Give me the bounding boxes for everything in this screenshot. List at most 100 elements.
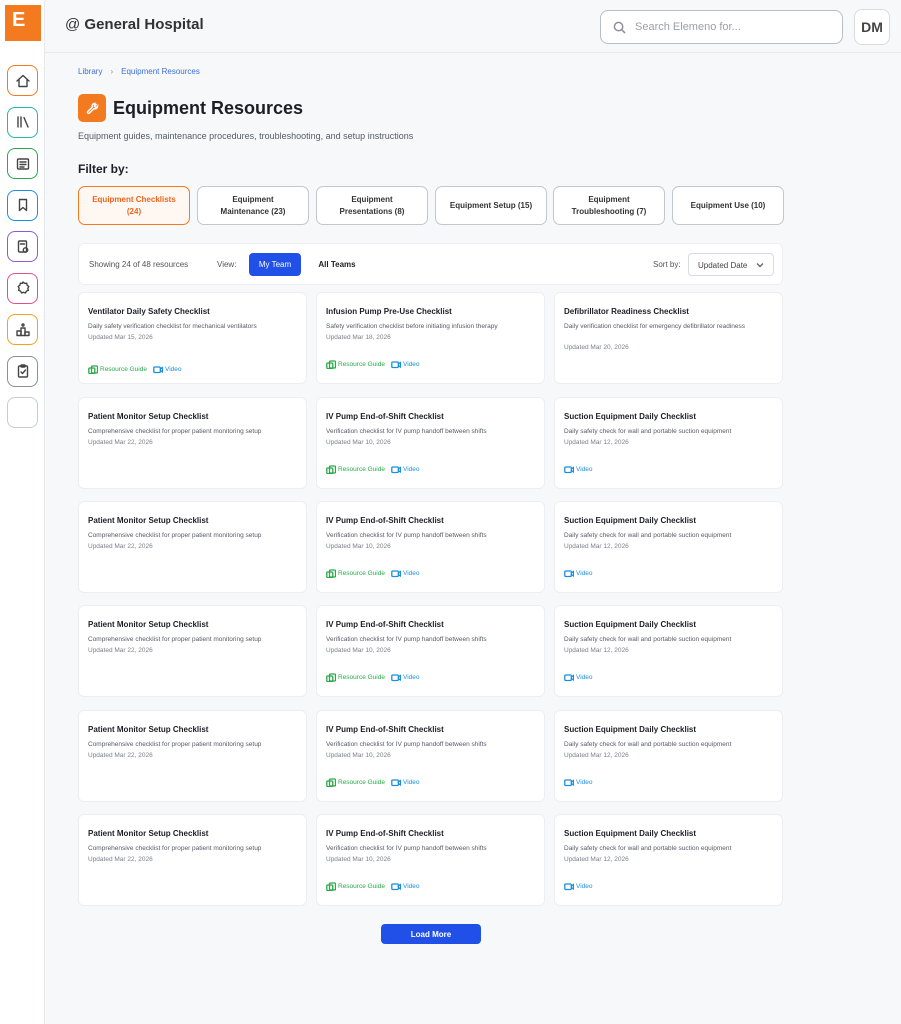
sidebar-nav-blank[interactable] [7, 397, 38, 428]
copy-icon [326, 673, 336, 682]
resource-card-title[interactable]: Patient Monitor Setup Checklist [88, 725, 208, 734]
resource-card-date: Updated Mar 12, 2026 [564, 439, 629, 446]
video-label: Video [402, 466, 420, 473]
resource-card[interactable]: IV Pump End-of-Shift Checklist Verificati… [316, 501, 545, 593]
resource-card[interactable]: Patient Monitor Setup Checklist Comprehen… [78, 710, 307, 802]
video-link[interactable]: Video [391, 465, 420, 474]
filter-chip[interactable]: Equipment Use (10) [672, 186, 784, 225]
filter-chip-line: Equipment Checklists [92, 195, 176, 205]
resource-card[interactable]: IV Pump End-of-Shift Checklist Verificati… [316, 397, 545, 489]
resource-card-date: Updated Mar 18, 2026 [326, 334, 391, 341]
sidebar-nav-news[interactable] [7, 148, 38, 179]
resource-card-links: Resource Guide Video [326, 673, 420, 682]
resource-card-links: Resource Guide Video [326, 882, 420, 891]
resource-card-title[interactable]: IV Pump End-of-Shift Checklist [326, 725, 444, 734]
sidebar-nav-leaderboard[interactable] [7, 314, 38, 345]
sidebar-nav-blank[interactable] [7, 438, 38, 470]
video-link[interactable]: Video [391, 882, 420, 891]
resource-card-title[interactable]: Patient Monitor Setup Checklist [88, 829, 208, 838]
resource-card-date: Updated Mar 10, 2026 [326, 439, 391, 446]
resource-card[interactable]: Suction Equipment Daily Checklist Daily s… [554, 605, 783, 697]
resource-card-date: Updated Mar 12, 2026 [564, 752, 629, 759]
resource-card-description: Verification checklist for IV pump hando… [326, 741, 487, 748]
resource-card-title[interactable]: Suction Equipment Daily Checklist [564, 516, 696, 525]
resource-card[interactable]: Infusion Pump Pre-Use Checklist Safety ve… [316, 292, 545, 384]
sidebar-nav-home[interactable] [7, 65, 38, 96]
resource-guide-link[interactable]: Resource Guide [326, 465, 385, 474]
filter-chip-label: Equipment Use (10) [691, 200, 766, 211]
resource-card-title[interactable]: Patient Monitor Setup Checklist [88, 620, 208, 629]
resource-guide-link[interactable]: Resource Guide [326, 882, 385, 891]
user-avatar[interactable]: DM [854, 9, 890, 45]
resource-card-title[interactable]: IV Pump End-of-Shift Checklist [326, 829, 444, 838]
video-link[interactable]: Video [153, 365, 182, 374]
resource-card-links: Resource Guide Video [88, 365, 182, 374]
resource-guide-label: Resource Guide [338, 361, 385, 368]
resource-card-title[interactable]: Patient Monitor Setup Checklist [88, 412, 208, 421]
resource-card[interactable]: IV Pump End-of-Shift Checklist Verificati… [316, 605, 545, 697]
resource-card[interactable]: Suction Equipment Daily Checklist Daily s… [554, 814, 783, 906]
search-input[interactable]: Search Elemeno for... [635, 21, 741, 33]
resource-card-title[interactable]: Defibrillator Readiness Checklist [564, 307, 689, 316]
resource-card-title[interactable]: Ventilator Daily Safety Checklist [88, 307, 210, 316]
video-link[interactable]: Video [564, 778, 593, 787]
resource-card[interactable]: Suction Equipment Daily Checklist Daily s… [554, 397, 783, 489]
resource-card[interactable]: IV Pump End-of-Shift Checklist Verificati… [316, 814, 545, 906]
resource-card[interactable]: Ventilator Daily Safety Checklist Daily s… [78, 292, 307, 384]
video-link[interactable]: Video [391, 778, 420, 787]
sort-select[interactable]: Updated Date [688, 253, 774, 276]
video-link[interactable]: Video [564, 882, 593, 891]
resource-card-links: Resource Guide Video [326, 569, 420, 578]
resource-card[interactable]: Patient Monitor Setup Checklist Comprehen… [78, 814, 307, 906]
video-label: Video [402, 674, 420, 681]
video-link[interactable]: Video [391, 360, 420, 369]
video-link[interactable]: Video [564, 569, 593, 578]
resource-card-title[interactable]: IV Pump End-of-Shift Checklist [326, 620, 444, 629]
resource-card[interactable]: Patient Monitor Setup Checklist Comprehen… [78, 397, 307, 489]
sidebar-nav-badge[interactable] [7, 272, 38, 304]
filter-chip[interactable]: Equipment Presentations (8) [316, 186, 428, 225]
resource-card-date: Updated Mar 20, 2026 [564, 344, 629, 351]
resource-guide-link[interactable]: Resource Guide [88, 365, 147, 374]
filter-chip[interactable]: Equipment Setup (15) [435, 186, 547, 225]
resource-card[interactable]: Patient Monitor Setup Checklist Comprehen… [78, 605, 307, 697]
search-box[interactable]: Search Elemeno for... [600, 10, 843, 44]
sidebar-nav-clipboard-check[interactable] [7, 355, 38, 387]
sidebar-nav-bookmark[interactable] [7, 189, 38, 221]
resource-card-title[interactable]: Suction Equipment Daily Checklist [564, 829, 696, 838]
video-link[interactable]: Video [391, 673, 420, 682]
resource-guide-link[interactable]: Resource Guide [326, 673, 385, 682]
video-link[interactable]: Video [564, 673, 593, 682]
resource-card[interactable]: Suction Equipment Daily Checklist Daily s… [554, 710, 783, 802]
resource-card-title[interactable]: Suction Equipment Daily Checklist [564, 620, 696, 629]
filter-chip-line: Equipment Setup (15) [449, 200, 533, 210]
video-link[interactable]: Video [391, 569, 420, 578]
load-more-button[interactable]: Load More [381, 924, 481, 944]
resource-card[interactable]: Suction Equipment Daily Checklist Daily s… [554, 501, 783, 593]
resource-guide-link[interactable]: Resource Guide [326, 778, 385, 787]
video-link[interactable]: Video [564, 465, 593, 474]
resource-guide-link[interactable]: Resource Guide [326, 360, 385, 369]
resource-card[interactable]: Defibrillator Readiness Checklist Daily v… [554, 292, 783, 384]
app-logo[interactable]: E [5, 5, 41, 41]
resource-card-title[interactable]: Infusion Pump Pre-Use Checklist [326, 307, 452, 316]
resource-card[interactable]: IV Pump End-of-Shift Checklist Verificati… [316, 710, 545, 802]
filter-chip[interactable]: Equipment Troubleshooting (7) [553, 186, 665, 225]
resource-card-title[interactable]: Suction Equipment Daily Checklist [564, 412, 696, 421]
bookmark-icon [18, 198, 27, 212]
sidebar-nav-library[interactable] [7, 106, 38, 138]
all-teams-button[interactable]: All Teams [311, 253, 363, 276]
resource-card-title[interactable]: Patient Monitor Setup Checklist [88, 516, 208, 525]
filter-chip[interactable]: Equipment Maintenance (23) [197, 186, 309, 225]
sidebar-nav-document-search[interactable] [7, 231, 38, 262]
resource-card[interactable]: Patient Monitor Setup Checklist Comprehen… [78, 501, 307, 593]
breadcrumb-library-link[interactable]: Library [78, 67, 102, 76]
breadcrumb-current[interactable]: Equipment Resources [121, 67, 200, 76]
resource-card-title[interactable]: IV Pump End-of-Shift Checklist [326, 412, 444, 421]
resource-card-title[interactable]: Suction Equipment Daily Checklist [564, 725, 696, 734]
resource-guide-link[interactable]: Resource Guide [326, 569, 385, 578]
filter-chip-line: Maintenance (23) [220, 206, 286, 216]
my-team-button[interactable]: My Team [249, 253, 301, 276]
filter-chip[interactable]: Equipment Checklists (24) [78, 186, 190, 225]
resource-card-title[interactable]: IV Pump End-of-Shift Checklist [326, 516, 444, 525]
